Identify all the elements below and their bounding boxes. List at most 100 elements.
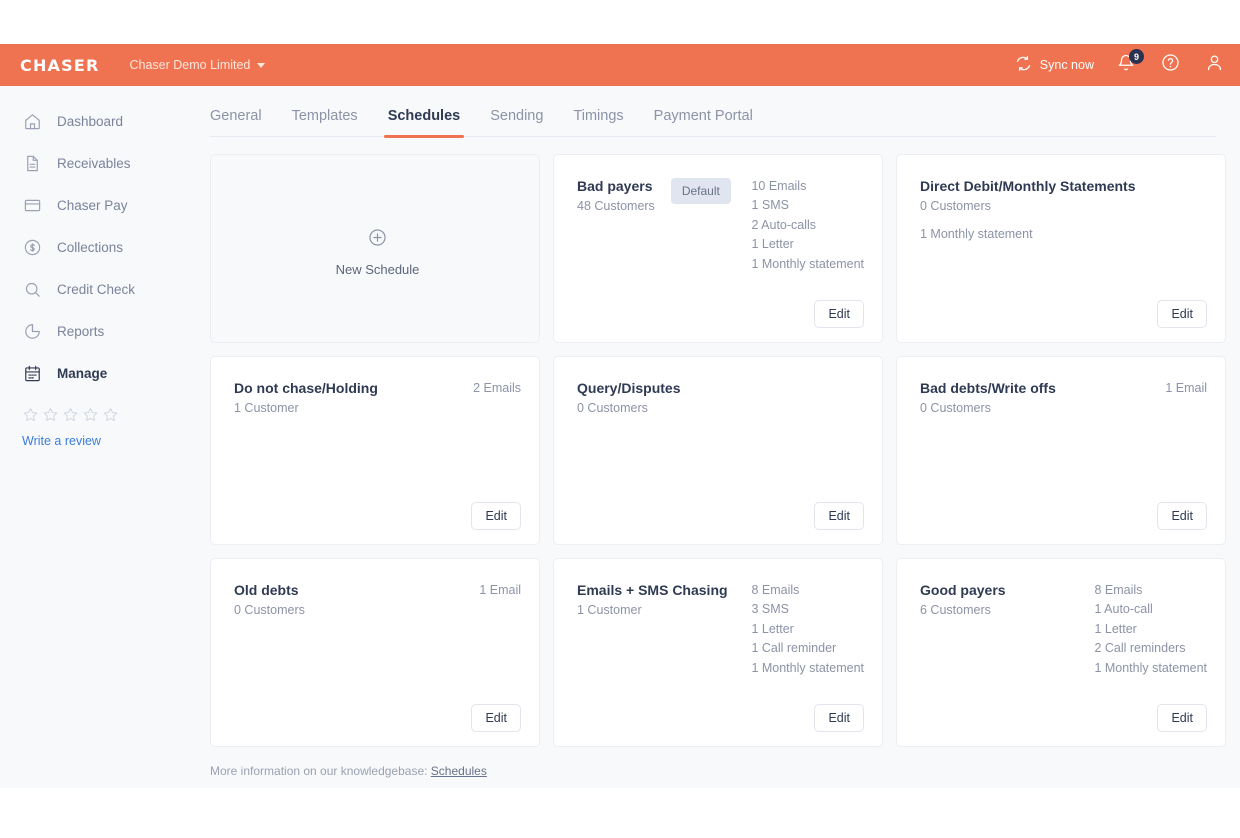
help-button[interactable]: [1158, 53, 1182, 77]
sync-now-button[interactable]: Sync now: [1015, 55, 1094, 75]
sidebar-item-label: Reports: [57, 323, 105, 339]
app-root: CHASER Chaser Demo Limited Sync now 9 Da…: [0, 44, 1240, 788]
edit-button[interactable]: Edit: [1157, 704, 1207, 732]
schedule-card: Query/Disputes 0 Customers Edit: [553, 356, 883, 545]
sidebar-item-label: Dashboard: [57, 113, 124, 129]
card-icon: [22, 195, 43, 216]
star-icon[interactable]: [82, 406, 99, 428]
action-summary-item: 1 Monthly statement: [1094, 660, 1207, 675]
sync-icon: [1015, 55, 1032, 75]
card-identity: Bad debts/Write offs 0 Customers: [920, 379, 1056, 415]
tab-sending[interactable]: Sending: [490, 108, 543, 136]
notifications-button[interactable]: 9: [1114, 49, 1144, 77]
schedule-title: Do not chase/Holding: [234, 380, 378, 396]
schedules-grid: New Schedule Bad payers 48 Customers Defau…: [210, 154, 1226, 747]
new-schedule-card[interactable]: New Schedule: [210, 154, 540, 343]
card-identity: Good payers 6 Customers: [920, 581, 1006, 617]
customer-count: 1 Customer: [234, 400, 299, 415]
action-summary-item: 1 Letter: [751, 237, 794, 252]
star-icon[interactable]: [102, 406, 119, 428]
action-summary-item: 1 Letter: [1094, 621, 1137, 636]
card-identity: Direct Debit/Monthly Statements 0 Custome…: [920, 177, 1135, 213]
write-a-review-link[interactable]: Write a review: [22, 434, 101, 448]
edit-button[interactable]: Edit: [471, 502, 521, 530]
card-identity: Bad payers 48 Customers Default: [577, 177, 731, 213]
footer-schedules-link[interactable]: Schedules: [431, 764, 487, 778]
sidebar-item-manage[interactable]: Manage: [0, 352, 205, 394]
star-rating[interactable]: [22, 406, 205, 428]
sidebar-item-receivables[interactable]: Receivables: [0, 142, 205, 184]
schedule-title: Old debts: [234, 582, 299, 598]
action-summary-item: 1 Call reminder: [751, 641, 837, 656]
star-icon[interactable]: [42, 406, 59, 428]
edit-button[interactable]: Edit: [814, 502, 864, 530]
card-header: Do not chase/Holding 1 Customer 2 Emails: [234, 379, 521, 415]
action-summary-list: 10 Emails 1 SMS 2 Auto-calls 1 Letter 1 Mont…: [751, 177, 864, 274]
action-summary-item: 1 Letter: [751, 621, 794, 636]
card-identity: Emails + SMS Chasing 1 Customer: [577, 581, 728, 617]
action-summary-item: 2 Auto-calls: [751, 217, 817, 232]
tab-general[interactable]: General: [210, 108, 262, 136]
brand-logo[interactable]: CHASER: [20, 56, 100, 75]
pie-chart-icon: [22, 321, 43, 342]
top-bar-actions: Sync now 9: [1015, 49, 1226, 77]
action-summary-list: 1 Email: [1165, 379, 1207, 398]
schedule-title: Query/Disputes: [577, 380, 681, 396]
card-title-block: Do not chase/Holding 1 Customer: [234, 379, 378, 415]
sidebar-item-dashboard[interactable]: Dashboard: [0, 100, 205, 142]
sidebar-item-label: Credit Check: [57, 281, 136, 297]
action-summary-list: 8 Emails 1 Auto-call 1 Letter 2 Call remind…: [1094, 581, 1207, 678]
default-badge: Default: [670, 178, 731, 204]
organization-selector[interactable]: Chaser Demo Limited: [130, 58, 266, 72]
chevron-down-icon: [257, 62, 266, 68]
action-summary-item: 1 Monthly statement: [751, 660, 864, 675]
sidebar-item-reports[interactable]: Reports: [0, 310, 205, 352]
sidebar-item-label: Chaser Pay: [57, 197, 128, 213]
customer-count: 0 Customers: [920, 400, 991, 415]
edit-button[interactable]: Edit: [814, 704, 864, 732]
tab-payment-portal[interactable]: Payment Portal: [654, 108, 753, 136]
edit-button[interactable]: Edit: [1157, 300, 1207, 328]
schedule-card: Emails + SMS Chasing 1 Customer 8 Emails 3 …: [553, 558, 883, 747]
sidebar-item-chaser-pay[interactable]: Chaser Pay: [0, 184, 205, 226]
action-summary-list: 8 Emails 3 SMS 1 Letter 1 Call reminder 1 Mo…: [751, 581, 864, 678]
sync-now-label: Sync now: [1039, 58, 1094, 72]
action-summary-list: 1 Email: [479, 581, 521, 600]
main-content: General Templates Schedules Sending Timings P…: [205, 86, 1240, 788]
card-title-block: Emails + SMS Chasing 1 Customer: [577, 581, 728, 617]
plus-circle-icon: [368, 228, 387, 252]
star-icon[interactable]: [22, 406, 39, 428]
customer-count: 0 Customers: [234, 602, 305, 617]
action-summary-extra: 1 Monthly statement: [920, 226, 1033, 241]
action-summary-list: 2 Emails: [473, 379, 521, 398]
edit-button[interactable]: Edit: [814, 300, 864, 328]
edit-button[interactable]: Edit: [1157, 502, 1207, 530]
customer-count: 6 Customers: [920, 602, 991, 617]
card-identity: Query/Disputes 0 Customers: [577, 379, 680, 415]
sidebar-item-collections[interactable]: Collections: [0, 226, 205, 268]
action-summary-item: 1 Monthly statement: [751, 256, 864, 271]
user-account-button[interactable]: [1202, 53, 1226, 77]
card-header: Bad debts/Write offs 0 Customers 1 Email: [920, 379, 1207, 415]
card-identity: Do not chase/Holding 1 Customer: [234, 379, 378, 415]
customer-count: 0 Customers: [920, 198, 991, 213]
card-header: Bad payers 48 Customers Default 10 Emails 1 …: [577, 177, 864, 274]
card-title-block: Bad payers 48 Customers: [577, 177, 655, 213]
tab-schedules[interactable]: Schedules: [383, 108, 464, 138]
star-icon[interactable]: [62, 406, 79, 428]
help-circle-icon: [1161, 53, 1180, 77]
sidebar-item-credit-check[interactable]: Credit Check: [0, 268, 205, 310]
sidebar-item-label: Manage: [57, 365, 108, 381]
schedule-card: Bad payers 48 Customers Default 10 Emails 1 …: [553, 154, 883, 343]
tab-timings[interactable]: Timings: [573, 108, 623, 136]
tab-templates[interactable]: Templates: [292, 108, 358, 136]
user-icon: [1205, 53, 1224, 77]
sidebar-item-label: Collections: [57, 239, 124, 255]
edit-button[interactable]: Edit: [471, 704, 521, 732]
card-header: Direct Debit/Monthly Statements 0 Custome…: [920, 177, 1207, 213]
action-summary-item: 2 Call reminders: [1094, 641, 1186, 656]
customer-count: 48 Customers: [577, 198, 655, 213]
card-title-block: Query/Disputes 0 Customers: [577, 379, 680, 415]
schedule-title: Good payers: [920, 582, 1006, 598]
schedule-title: Direct Debit/Monthly Statements: [920, 178, 1136, 194]
